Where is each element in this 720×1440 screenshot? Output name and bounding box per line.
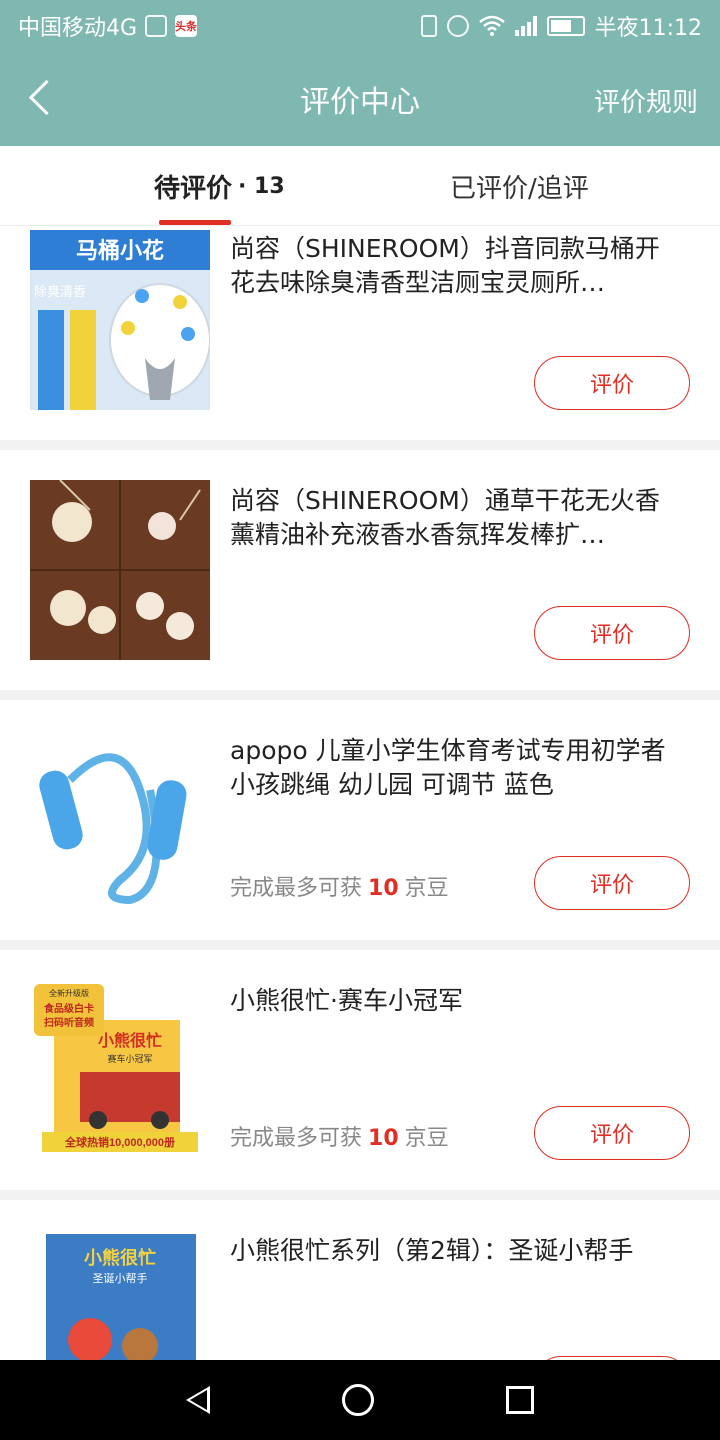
reward-prefix: 完成最多可获 [230,1126,363,1151]
reward-unit: 京豆 [404,1126,449,1151]
rating-rules-link[interactable]: 评价规则 [594,82,698,119]
shield-icon [145,15,168,37]
pending-review-list: 马桶小花 除臭清香 尚容（SHINEROOM）抖音同款马桶开花去味除臭清香型洁厕… [0,226,720,1440]
list-item[interactable]: 尚容（SHINEROOM）通草干花无火香薰精油补充液香水香氛挥发棒扩… 评价 [0,450,720,690]
nav-recents-icon[interactable] [506,1386,534,1414]
wifi-icon [478,15,505,36]
tab-pending-label: 待评价 [154,173,233,204]
product-image: 马桶小花 除臭清香 [30,230,210,410]
product-name[interactable]: 尚容（SHINEROOM）抖音同款马桶开花去味除臭清香型洁厕宝灵厕所… [230,232,680,300]
active-tab-indicator [159,220,231,225]
system-nav-bar [0,1360,720,1440]
tab-bar: 待评价 · 13 已评价/追评 [0,146,720,226]
product-image [30,480,210,660]
status-bar: 中国移动4G 头条 半夜11:12 [0,0,720,52]
rate-button[interactable]: 评价 [534,606,690,660]
rate-button[interactable]: 评价 [534,1106,690,1160]
tab-reviewed[interactable]: 已评价/追评 [450,146,589,226]
battery-icon [546,16,585,36]
product-name[interactable]: 尚容（SHINEROOM）通草干花无火香薰精油补充液香水香氛挥发棒扩… [230,484,680,552]
reward-hint: 完成最多可获 10 京豆 [230,1120,449,1152]
product-image [30,730,210,910]
list-item[interactable]: 马桶小花 除臭清香 尚容（SHINEROOM）抖音同款马桶开花去味除臭清香型洁厕… [0,226,720,440]
tab-pending-count: · 13 [238,173,285,199]
vibrate-icon [420,15,437,37]
list-item[interactable]: 全新升级版 食品级白卡 扫码听音频 小熊很忙 赛车小冠军 全球热销10,000,… [0,950,720,1190]
thumb-book-subtitle: 圣诞小帮手 [93,1271,148,1285]
reward-amount: 10 [368,1126,399,1151]
page-title: 评价中心 [300,85,420,120]
thumb-sales-banner: 全球热销10,000,000册 [64,1135,175,1149]
reward-hint: 完成最多可获 10 京豆 [230,870,449,902]
thumb-badge-top: 全新升级版 [49,988,89,998]
rate-button[interactable]: 评价 [534,856,690,910]
reward-prefix: 完成最多可获 [230,876,363,901]
tab-pending[interactable]: 待评价 · 13 [154,146,285,226]
thumb-title: 马桶小花 [76,238,164,263]
rate-button[interactable]: 评价 [534,356,690,410]
tab-reviewed-label: 已评价/追评 [450,173,589,204]
product-name[interactable]: 小熊很忙·赛车小冠军 [230,984,680,1018]
product-image: 全新升级版 食品级白卡 扫码听音频 小熊很忙 赛车小冠军 全球热销10,000,… [30,980,210,1160]
back-arrow-icon[interactable] [24,76,64,122]
cell-signal-icon [514,16,537,36]
thumb-badge-line2: 扫码听音频 [44,1016,94,1029]
thumb-book-subtitle: 赛车小冠军 [107,1053,152,1064]
thumb-badge-line1: 食品级白卡 [43,1002,94,1015]
carrier-label: 中国移动4G [18,16,138,41]
nav-home-icon[interactable] [342,1384,374,1416]
thumb-subtitle: 除臭清香 [34,284,86,299]
product-name[interactable]: 小熊很忙系列（第2辑）：圣诞小帮手 [230,1234,680,1268]
clock-label: 半夜11:12 [594,16,702,41]
app-header: 评价中心 评价规则 [0,52,720,146]
thumb-book-title: 小熊很忙 [84,1247,156,1268]
screen: 中国移动4G 头条 半夜11:12 评价中心 评价规则 待评价 · 13 已评价… [0,0,720,1440]
list-item[interactable]: apopo 儿童小学生体育考试专用初学者小孩跳绳 幼儿园 可调节 蓝色 完成最多… [0,700,720,940]
reward-amount: 10 [368,876,399,901]
alarm-icon [446,15,469,37]
thumb-book-title: 小熊很忙 [98,1031,162,1050]
reward-unit: 京豆 [404,876,449,901]
product-name[interactable]: apopo 儿童小学生体育考试专用初学者小孩跳绳 幼儿园 可调节 蓝色 [230,734,680,802]
nav-back-icon[interactable] [186,1386,210,1414]
toutiao-app-icon: 头条 [175,15,198,37]
